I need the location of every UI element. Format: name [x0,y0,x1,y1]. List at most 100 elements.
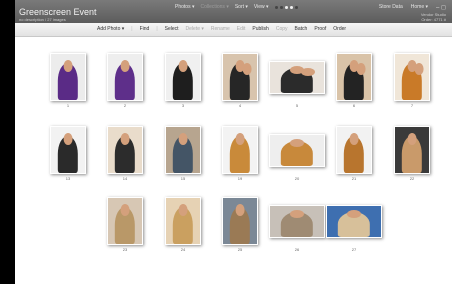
delete-button[interactable]: Delete ▾ [186,26,204,32]
photo-image[interactable] [50,126,86,174]
photo-image[interactable] [269,134,325,167]
event-title: Greenscreen Event [19,7,97,17]
subject-head [63,60,73,73]
photo-number: 25 [237,247,243,252]
dot-5[interactable] [294,5,298,9]
photo-number: 24 [180,247,186,252]
subject-head [120,60,130,73]
photo-browser-window: Photos ▾ Collections ▾ Sort ▾ View ▾ Sto… [15,0,452,284]
proof-button[interactable]: Proof [314,26,326,32]
photo-image[interactable] [336,53,372,101]
event-subtitle: no description / 27 images [19,17,66,22]
home-menu[interactable]: Home ▾ [411,4,428,10]
toolbar-divider: | [131,26,133,32]
photo-image[interactable] [50,53,86,101]
photo-thumbnail[interactable]: 5 [269,33,325,108]
batch-button[interactable]: Batch [295,26,308,32]
dot-1[interactable] [274,5,278,9]
photo-thumbnail[interactable]: 19 [220,106,260,181]
photo-number: 13 [65,176,71,181]
photo-image[interactable] [394,53,430,101]
photo-thumbnail[interactable]: 14 [105,106,145,181]
vendor-info: Vendor Studio Order: 4771 # [421,12,446,22]
photo-image[interactable] [165,126,201,174]
photos-menu[interactable]: Photos ▾ [175,4,194,10]
thumbnail-grid: 1 2 3 4 5 6 7 13 14 15 19 20 21 22 23 24 25 26 27 [15,37,452,284]
photo-thumbnail[interactable]: 27 [326,177,382,252]
subject-head [120,133,130,146]
photo-thumbnail[interactable]: 13 [48,106,88,181]
photo-thumbnail[interactable]: 4 [220,33,260,108]
dot-2[interactable] [279,5,283,9]
photo-image[interactable] [394,126,430,174]
window-controls-icon[interactable]: – ◻ [436,4,446,11]
photo-thumbnail[interactable]: 23 [105,177,145,252]
rename-button[interactable]: Rename [211,26,230,32]
subject-head [346,210,362,219]
photo-image[interactable] [165,53,201,101]
view-menu[interactable]: View ▾ [254,4,269,10]
photo-number: 26 [294,247,300,252]
edit-button[interactable]: Edit [237,26,246,32]
publish-button[interactable]: Publish [252,26,268,32]
subject-head [178,60,188,73]
order-button[interactable]: Order [333,26,346,32]
subject-head [235,133,245,146]
photo-thumbnail[interactable]: 2 [105,33,145,108]
select-button[interactable]: Select [165,26,179,32]
subject-head [300,68,315,77]
photo-thumbnail[interactable]: 15 [163,106,203,181]
collections-menu[interactable]: Collections ▾ [200,4,228,10]
right-menu-bar: Store Data Home ▾ – ◻ [379,2,446,12]
subject-head [120,204,130,217]
photo-thumbnail[interactable]: 26 [269,177,325,252]
dot-4[interactable] [289,5,293,9]
subject-head [289,139,305,148]
photo-number: 23 [122,247,128,252]
photo-thumbnail[interactable]: 25 [220,177,260,252]
subject-head [235,204,245,217]
title-bar: Photos ▾ Collections ▾ Sort ▾ View ▾ Sto… [15,0,452,23]
photo-thumbnail[interactable]: 22 [392,106,432,181]
view-size-dots[interactable] [274,5,298,9]
photo-thumbnail[interactable]: 3 [163,33,203,108]
subject-head [407,133,417,146]
dot-3[interactable] [284,5,288,9]
toolbar-divider: | [156,26,158,32]
photo-thumbnail[interactable]: 1 [48,33,88,108]
photo-number: 22 [409,176,415,181]
find-button[interactable]: Find [140,26,150,32]
toolbar-buttons: Add Photo ▾ | Find | Select Delete ▾ Ren… [97,26,346,32]
photo-image[interactable] [269,205,325,238]
photo-thumbnail[interactable]: 24 [163,177,203,252]
photo-image[interactable] [222,53,258,101]
store-data-link[interactable]: Store Data [379,4,403,10]
subject-head [63,133,73,146]
photo-image[interactable] [107,197,143,245]
photo-image[interactable] [165,197,201,245]
copy-button[interactable]: Copy [276,26,288,32]
photo-image[interactable] [326,205,382,238]
photo-number: 27 [351,247,357,252]
photo-image[interactable] [269,61,325,94]
subject-head [178,133,188,146]
photo-image[interactable] [222,126,258,174]
photo-thumbnail[interactable]: 7 [392,33,432,108]
photo-image[interactable] [336,126,372,174]
photo-image[interactable] [107,53,143,101]
photo-thumbnail[interactable]: 21 [334,106,374,181]
photo-thumbnail[interactable]: 6 [334,33,374,108]
photo-thumbnail[interactable]: 20 [269,106,325,181]
photo-image[interactable] [107,126,143,174]
subject-head [349,133,359,146]
subject-head [414,63,424,76]
sort-menu[interactable]: Sort ▾ [235,4,248,10]
photo-image[interactable] [222,197,258,245]
vendor-line-2: Order: 4771 # [421,17,446,22]
add-photo-button[interactable]: Add Photo ▾ [97,26,124,32]
subject-head [178,204,188,217]
subject-head [289,210,305,219]
subject-head [242,63,252,76]
view-menu-bar: Photos ▾ Collections ▾ Sort ▾ View ▾ [175,2,298,12]
subject-head [356,63,366,76]
